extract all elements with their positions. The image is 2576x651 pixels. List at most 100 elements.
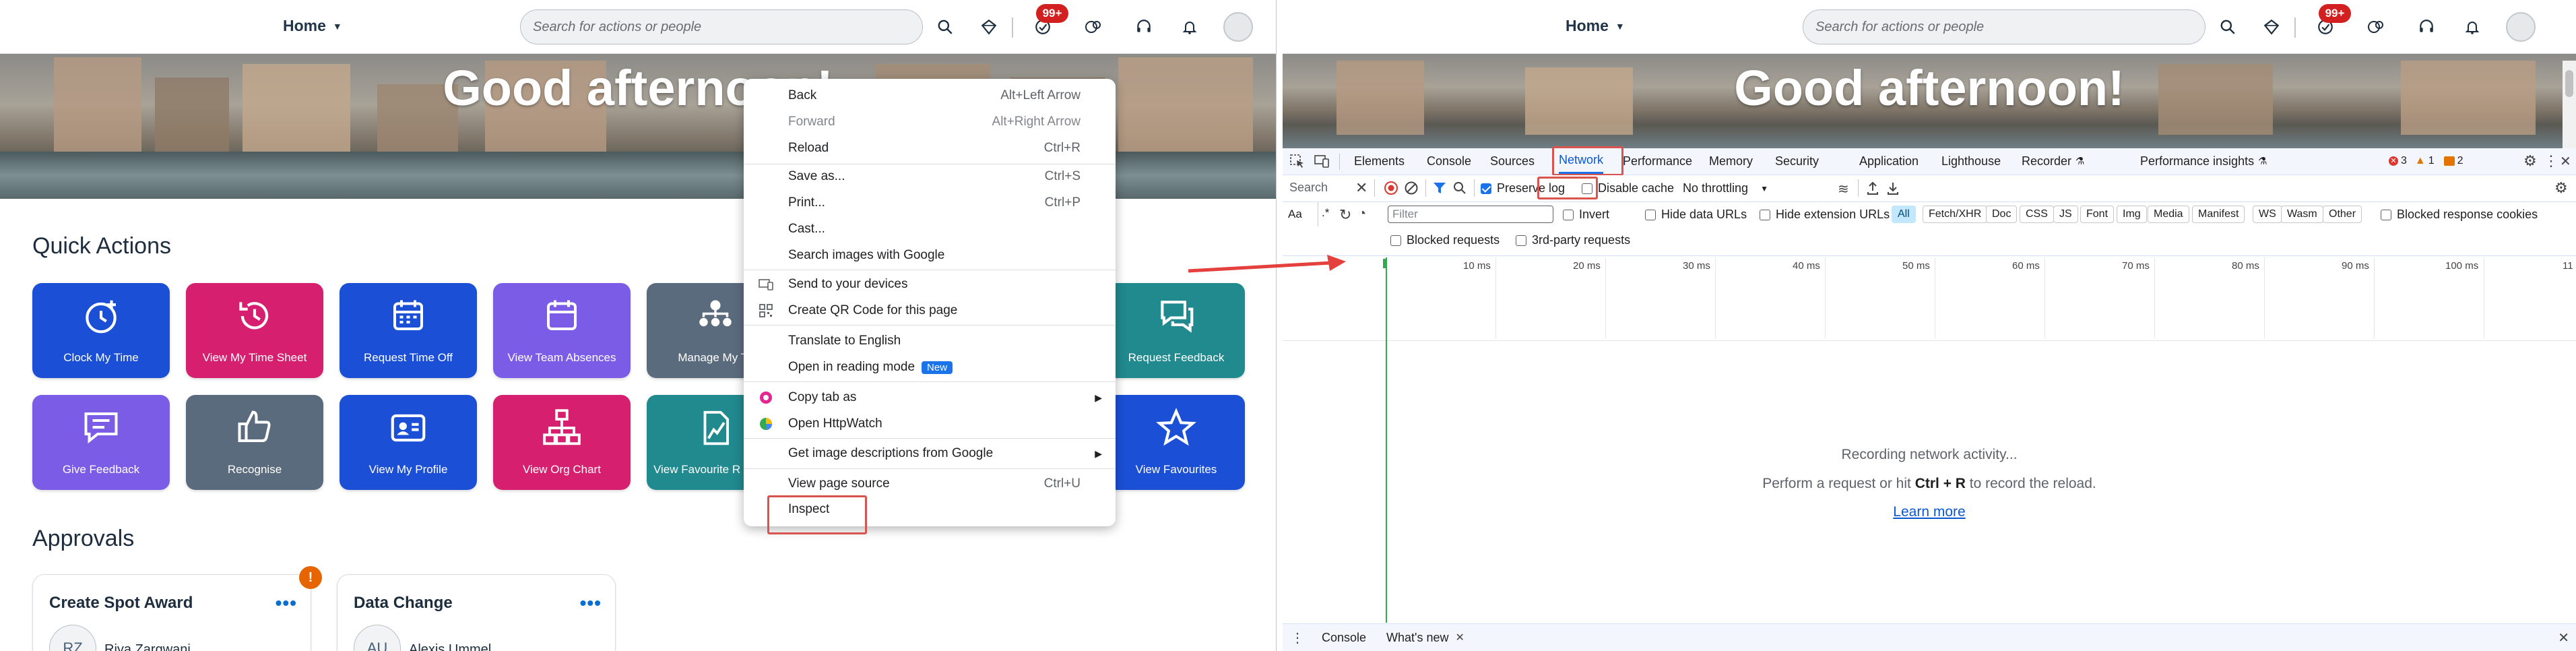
tab-recorder[interactable]: Recorder ⚗ xyxy=(2022,148,2084,174)
menu-item-forward[interactable]: Forward Alt+Right Arrow xyxy=(744,109,1116,135)
tile-view-my-time-sheet[interactable]: View My Time Sheet xyxy=(186,283,323,378)
throttling-select[interactable]: No throttling ▼ xyxy=(1683,181,1768,195)
search-icon[interactable] xyxy=(2216,15,2240,39)
drawer-tab-whats-new[interactable]: What's new xyxy=(1386,631,1448,645)
type-filter-ws[interactable]: WS xyxy=(2253,206,2282,223)
import-har-icon[interactable] xyxy=(1866,181,1879,195)
type-filter-wasm[interactable]: Wasm xyxy=(2281,206,2323,223)
type-filter-font[interactable]: Font xyxy=(2080,206,2115,223)
inspect-element-icon[interactable] xyxy=(1289,148,1306,174)
tile-view-my-profile[interactable]: View My Profile xyxy=(340,395,477,490)
tile-clock-my-time[interactable]: Clock My Time xyxy=(32,283,170,378)
tab-security[interactable]: Security xyxy=(1775,148,1819,174)
blocked-requests-checkbox[interactable]: Blocked requests xyxy=(1390,233,1500,247)
menu-item-back[interactable]: Back Alt+Left Arrow xyxy=(744,83,1116,108)
type-filter-other[interactable]: Other xyxy=(2323,206,2362,223)
error-count[interactable]: ✕ 3 ▲ 1 2 xyxy=(2389,148,2464,174)
tab-lighthouse[interactable]: Lighthouse xyxy=(1941,148,2001,174)
tile-give-feedback[interactable]: Give Feedback xyxy=(32,395,170,490)
menu-item-create-qr[interactable]: Create QR Code for this page xyxy=(744,298,1116,323)
export-har-icon[interactable] xyxy=(1886,181,1900,195)
tile-recognise[interactable]: Recognise xyxy=(186,395,323,490)
joule-diamond-icon[interactable] xyxy=(977,15,1001,39)
people-chat-icon[interactable] xyxy=(1081,15,1105,39)
tab-console[interactable]: Console xyxy=(1427,148,1471,174)
menu-item-view-source[interactable]: View page source Ctrl+U xyxy=(744,471,1116,497)
type-filter-manifest[interactable]: Manifest xyxy=(2192,206,2245,223)
home-menu-button[interactable]: Home ▼ xyxy=(1566,17,1625,35)
filter-funnel-icon[interactable] xyxy=(1432,181,1447,195)
menu-item-translate[interactable]: Translate to English xyxy=(744,328,1116,354)
tile-view-favourites[interactable]: View Favourites xyxy=(1107,395,1245,490)
home-menu-button[interactable]: Home ▼ xyxy=(283,17,342,35)
tile-view-team-absences[interactable]: View Team Absences xyxy=(493,283,631,378)
type-filter-js[interactable]: JS xyxy=(2053,206,2078,223)
invert-checkbox[interactable]: Invert xyxy=(1563,208,1609,222)
tile-request-time-off[interactable]: Request Time Off xyxy=(340,283,477,378)
type-filter-all[interactable]: All xyxy=(1892,206,1916,223)
menu-item-reload[interactable]: Reload Ctrl+R xyxy=(744,135,1116,161)
search-input[interactable]: Search for actions or people xyxy=(520,9,923,44)
filter-input[interactable]: Filter xyxy=(1388,206,1553,223)
menu-item-reading-mode[interactable]: Open in reading mode New xyxy=(744,354,1116,380)
clear-icon[interactable] xyxy=(1404,181,1419,195)
approval-card-data-change[interactable]: Data Change ••• AU Alexis Ummel xyxy=(337,574,616,651)
wifi-icon[interactable]: ≋ xyxy=(1838,181,1849,197)
search-icon[interactable] xyxy=(933,15,957,39)
people-chat-icon[interactable] xyxy=(2364,15,2388,39)
tab-sources[interactable]: Sources xyxy=(1490,148,1535,174)
tab-performance[interactable]: Performance xyxy=(1623,148,1692,174)
approval-card-spot-award[interactable]: Create Spot Award ••• RZ Riya Zargwani xyxy=(32,574,311,651)
menu-item-httpwatch[interactable]: Open HttpWatch xyxy=(744,411,1116,437)
more-vert-icon[interactable]: ⋮ xyxy=(2544,148,2558,174)
record-stop-icon[interactable] xyxy=(1384,181,1398,195)
menu-item-image-descriptions[interactable]: Get image descriptions from Google ▶ xyxy=(744,441,1116,466)
type-filter-css[interactable]: CSS xyxy=(2020,206,2054,223)
menu-item-copy-tab-as[interactable]: Copy tab as ▶ xyxy=(744,385,1116,410)
tab-performance-insights[interactable]: Performance insights ⚗ xyxy=(2140,148,2267,174)
search-icon[interactable] xyxy=(1452,181,1467,195)
user-avatar[interactable] xyxy=(2506,12,2536,42)
menu-item-cast[interactable]: Cast... xyxy=(744,216,1116,242)
tab-memory[interactable]: Memory xyxy=(1709,148,1753,174)
type-filter-img[interactable]: Img xyxy=(2117,206,2147,223)
search-label[interactable]: Search xyxy=(1289,181,1328,195)
close-search-icon[interactable]: ✕ xyxy=(1355,179,1367,197)
refresh-icon[interactable]: ↻ xyxy=(1339,206,1351,224)
tab-elements[interactable]: Elements xyxy=(1354,148,1405,174)
close-devtools-icon[interactable]: ✕ xyxy=(2560,148,2571,174)
gear-icon[interactable]: ⚙ xyxy=(2523,148,2537,174)
hide-data-urls-checkbox[interactable]: Hide data URLs xyxy=(1645,208,1747,222)
hide-extension-urls-checkbox[interactable]: Hide extension URLs xyxy=(1760,208,1890,222)
timeline-handle[interactable] xyxy=(1383,259,1386,268)
scrollbar-thumb[interactable] xyxy=(2565,70,2573,97)
user-avatar[interactable] xyxy=(1223,12,1253,42)
network-overview-timeline[interactable]: 10 ms 20 ms 30 ms 40 ms 50 ms 60 ms 70 m… xyxy=(1283,257,2576,341)
page-scrollbar[interactable] xyxy=(2563,61,2576,148)
search-input[interactable]: Search for actions or people xyxy=(1803,9,2205,44)
bell-icon[interactable] xyxy=(2460,15,2484,39)
menu-item-send-to-devices[interactable]: Send to your devices xyxy=(744,272,1116,297)
close-tab-icon[interactable]: ✕ xyxy=(1456,631,1464,644)
match-case-button[interactable]: Aa xyxy=(1288,208,1302,221)
more-options-icon[interactable]: ••• xyxy=(276,592,297,614)
blocked-response-cookies-checkbox[interactable]: Blocked response cookies xyxy=(2381,208,2538,222)
tab-application[interactable]: Application xyxy=(1859,148,1919,174)
headset-icon[interactable] xyxy=(2414,15,2439,39)
menu-item-save-as[interactable]: Save as... Ctrl+S xyxy=(744,164,1116,189)
close-drawer-icon[interactable]: ✕ xyxy=(2558,629,2569,646)
more-vert-icon[interactable]: ⋮ xyxy=(1291,629,1304,646)
regex-button[interactable]: .* xyxy=(1322,206,1329,220)
device-toolbar-icon[interactable] xyxy=(1314,148,1330,174)
type-filter-doc[interactable]: Doc xyxy=(1986,206,2018,223)
drawer-tab-console[interactable]: Console xyxy=(1322,631,1366,645)
more-options-icon[interactable]: ••• xyxy=(580,592,602,614)
tile-view-org-chart[interactable]: View Org Chart xyxy=(493,395,631,490)
network-settings-gear-icon[interactable]: ⚙ xyxy=(2554,179,2568,197)
type-filter-media[interactable]: Media xyxy=(2148,206,2189,223)
learn-more-link[interactable]: Learn more xyxy=(1893,504,1965,520)
bell-icon[interactable] xyxy=(1178,15,1202,39)
menu-item-search-images[interactable]: Search images with Google xyxy=(744,243,1116,268)
menu-item-print[interactable]: Print... Ctrl+P xyxy=(744,190,1116,216)
type-filter-fetch-xhr[interactable]: Fetch/XHR xyxy=(1923,206,1988,223)
